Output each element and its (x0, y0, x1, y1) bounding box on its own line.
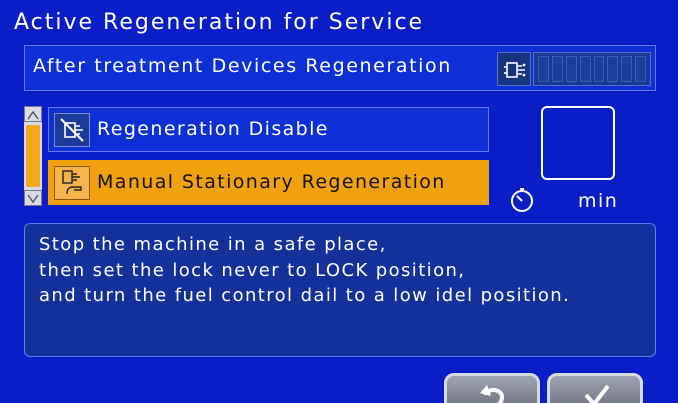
regeneration-level-gauge (533, 52, 651, 86)
ok-button[interactable] (547, 373, 643, 403)
scroll-down-arrow[interactable] (24, 190, 42, 206)
timer-unit-label: min (578, 190, 619, 212)
instruction-message: Stop the machine in a safe place, then s… (24, 223, 656, 357)
aftertreatment-panel: After treatment Devices Regeneration (24, 45, 656, 91)
aftertreatment-label: After treatment Devices Regeneration (33, 55, 452, 77)
timer-icon (508, 186, 536, 214)
option-label: Regeneration Disable (97, 118, 329, 140)
option-manual-stationary-regeneration[interactable]: Manual Stationary Regeneration (48, 160, 489, 205)
regeneration-icon (497, 52, 531, 86)
option-label: Manual Stationary Regeneration (97, 171, 446, 193)
message-line: and turn the fuel control dail to a low … (39, 285, 571, 306)
message-line: then set the lock never to LOCK position… (39, 259, 466, 281)
regeneration-disable-icon (54, 113, 90, 147)
scroll-up-arrow[interactable] (24, 106, 42, 122)
option-regeneration-disable[interactable]: Regeneration Disable (48, 107, 489, 152)
scroll-thumb[interactable] (26, 125, 40, 187)
option-scrollbar[interactable] (24, 106, 42, 206)
timer-value-display (541, 106, 615, 180)
back-button[interactable] (444, 373, 540, 403)
page-title: Active Regeneration for Service (14, 10, 425, 35)
message-line: Stop the machine in a safe place, (39, 234, 387, 255)
manual-regeneration-icon (54, 166, 90, 200)
return-icon (480, 385, 505, 403)
check-icon (584, 384, 610, 403)
